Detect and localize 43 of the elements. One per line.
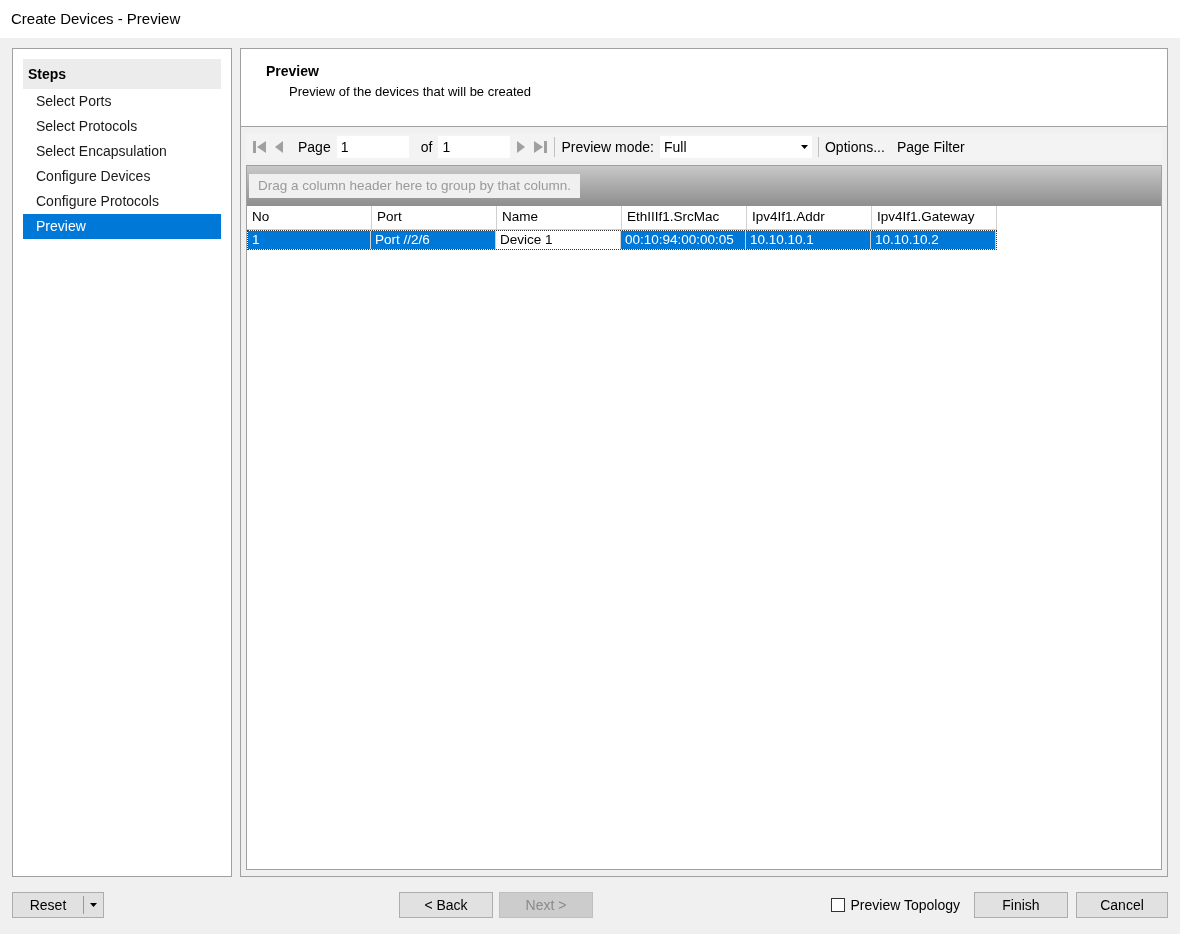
finish-button[interactable]: Finish bbox=[974, 892, 1068, 918]
last-page-icon[interactable] bbox=[532, 139, 549, 155]
next-page-icon[interactable] bbox=[516, 139, 527, 155]
table-cell: 10.10.10.1 bbox=[746, 231, 871, 249]
header-title: Preview bbox=[266, 62, 320, 81]
back-button[interactable]: < Back bbox=[399, 892, 493, 918]
page-field[interactable]: 1 bbox=[336, 136, 409, 158]
step-item[interactable]: Configure Devices bbox=[23, 164, 221, 189]
caret-icon bbox=[801, 145, 808, 149]
reset-split-button[interactable]: Reset bbox=[12, 892, 104, 918]
window-title: Create Devices - Preview bbox=[11, 8, 181, 29]
table-cell: 1 bbox=[248, 231, 371, 249]
caret-icon bbox=[90, 903, 97, 907]
total-pages-field[interactable]: 1 bbox=[438, 136, 511, 158]
table-cell: 00:10:94:00:00:05 bbox=[621, 231, 746, 249]
steps-title: Steps bbox=[23, 59, 221, 89]
preview-topology-checkbox[interactable] bbox=[830, 898, 845, 912]
step-item[interactable]: Select Encapsulation bbox=[23, 139, 221, 164]
table-cell: 10.10.10.2 bbox=[871, 231, 996, 249]
step-item[interactable]: Select Protocols bbox=[23, 114, 221, 139]
previous-page-icon[interactable] bbox=[274, 139, 284, 155]
table-cell: Port //2/6 bbox=[371, 231, 496, 249]
group-hint: Drag a column header here to group by that column. bbox=[249, 174, 580, 198]
column-header[interactable]: Ipv4If1.Gateway bbox=[872, 206, 997, 230]
page-filter-button[interactable]: Page Filter bbox=[896, 136, 965, 158]
column-header[interactable]: No bbox=[247, 206, 372, 230]
page-label: Page bbox=[298, 137, 331, 157]
column-header[interactable]: Ipv4If1.Addr bbox=[747, 206, 872, 230]
of-label: of bbox=[420, 137, 433, 157]
preview-mode-dropdown[interactable]: Full bbox=[660, 136, 812, 158]
cancel-button[interactable]: Cancel bbox=[1076, 892, 1168, 918]
header-subtitle: Preview of the devices that will be created bbox=[288, 83, 533, 101]
column-header[interactable]: Port bbox=[372, 206, 497, 230]
step-item[interactable]: Select Ports bbox=[23, 89, 221, 114]
table-row[interactable]: 1 Port //2/6 Device 1 00:10:94:00:00:05 10.10.10.1 10.10.10.2 bbox=[247, 230, 997, 250]
step-item[interactable]: Configure Protocols bbox=[23, 189, 221, 214]
step-item[interactable]: Preview bbox=[23, 214, 221, 239]
column-header[interactable]: Name bbox=[497, 206, 622, 230]
preview-mode-label: Preview mode: bbox=[561, 137, 654, 157]
column-header[interactable]: EthIIIf1.SrcMac bbox=[622, 206, 747, 230]
first-page-icon[interactable] bbox=[252, 139, 268, 155]
preview-topology-label: Preview Topology bbox=[850, 895, 960, 915]
options-button[interactable]: Options... bbox=[825, 136, 885, 158]
